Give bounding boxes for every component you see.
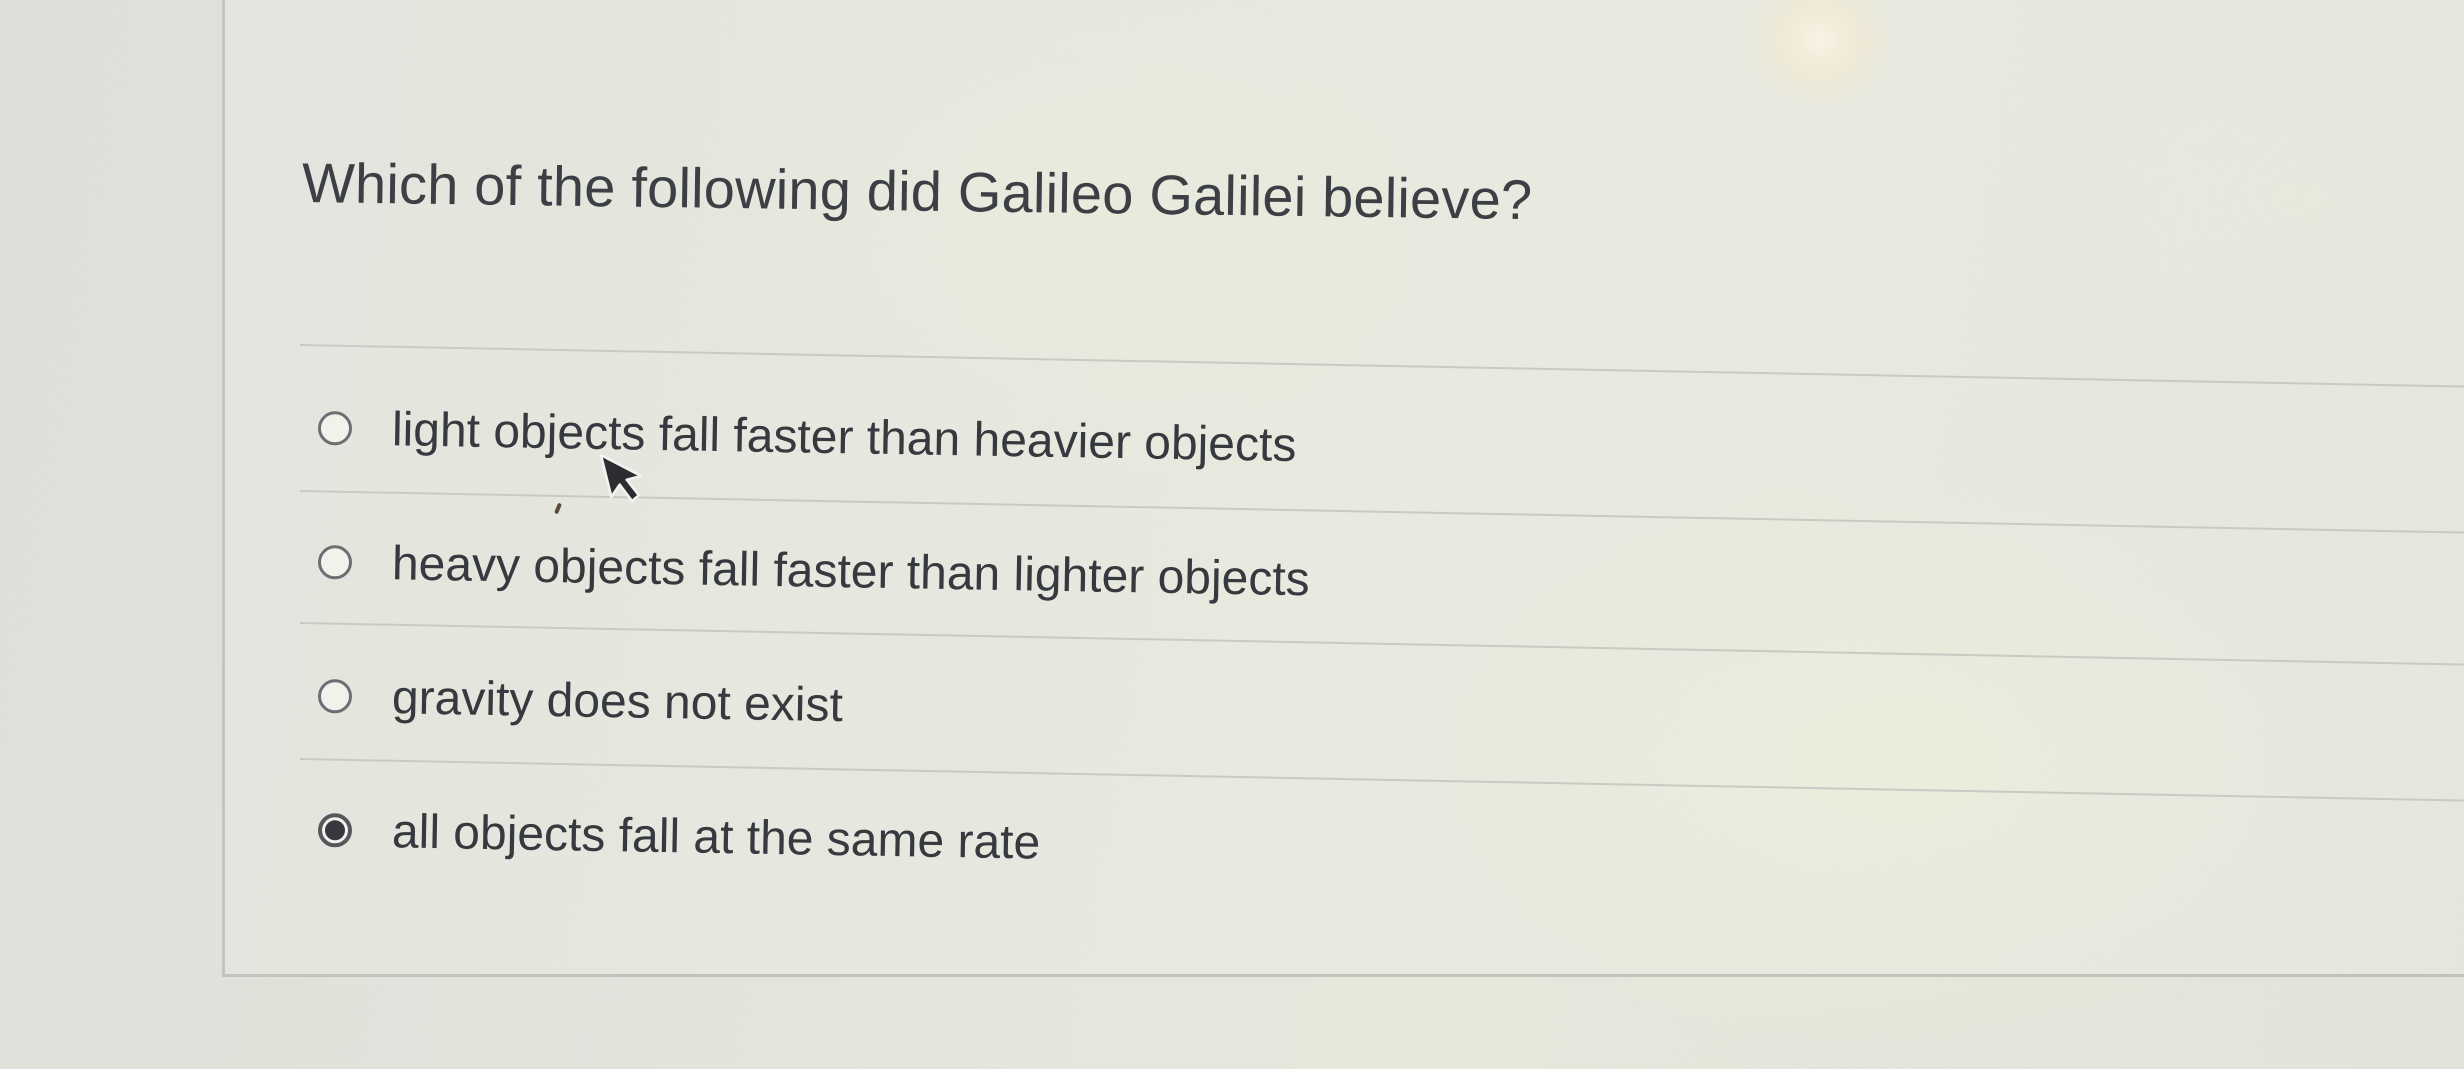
answer-label: gravity does not exist <box>391 670 844 732</box>
answer-label: heavy objects fall faster than lighter o… <box>391 536 1311 606</box>
radio-empty-icon[interactable] <box>317 545 353 580</box>
answer-option-1[interactable]: light objects fall faster than heavier o… <box>317 388 1297 485</box>
radio-filled-icon[interactable] <box>317 813 353 848</box>
answer-option-3[interactable]: gravity does not exist <box>317 656 843 745</box>
answer-label: all objects fall at the same rate <box>391 804 1041 870</box>
answer-label: light objects fall faster than heavier o… <box>391 402 1297 472</box>
answer-option-4[interactable]: all objects fall at the same rate <box>317 790 1041 883</box>
radio-empty-icon[interactable] <box>317 411 353 446</box>
radio-empty-icon[interactable] <box>317 679 353 714</box>
